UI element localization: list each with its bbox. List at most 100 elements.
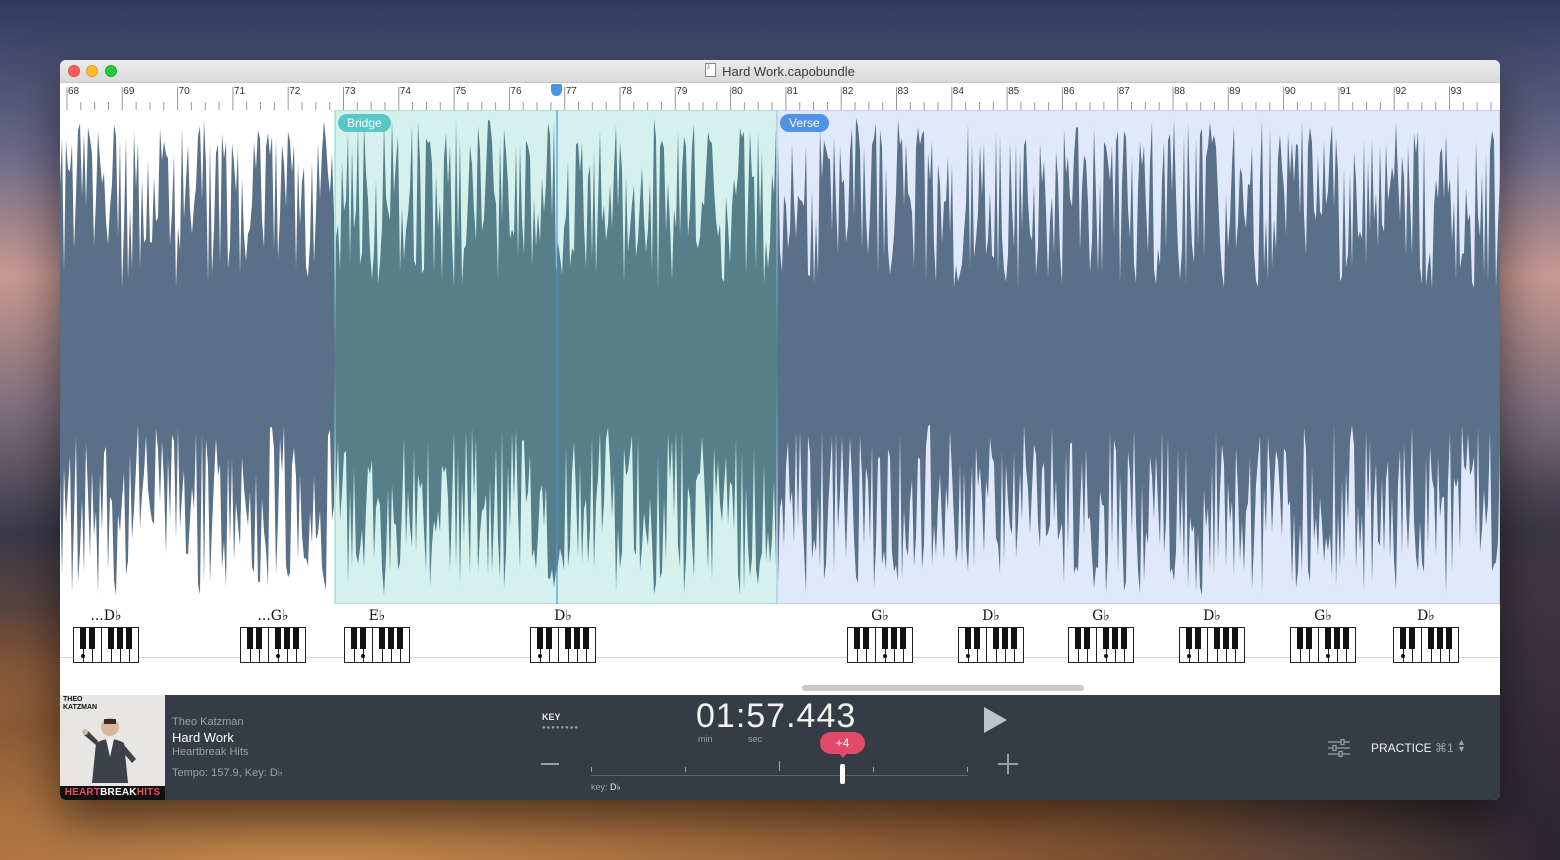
window-title: Hard Work.capobundle (722, 64, 855, 79)
ruler-bar-label: 87 (1119, 86, 1131, 97)
ruler-bar-label: 80 (732, 86, 744, 97)
ruler-bar-label: 69 (123, 86, 135, 97)
transpose-value-bubble: +4 (820, 732, 865, 758)
transpose-down-button[interactable] (541, 763, 559, 765)
black-key (992, 628, 999, 649)
chord-block[interactable]: D♭ (527, 604, 599, 663)
chord-name: ...D♭ (90, 608, 122, 624)
black-key (396, 628, 403, 649)
black-key (1324, 628, 1331, 649)
time-min-label: min (698, 734, 713, 744)
play-button[interactable] (984, 707, 1007, 733)
ruler-bar-label: 84 (953, 86, 965, 97)
black-key (1111, 628, 1118, 649)
mode-label: PRACTICE (1371, 741, 1432, 755)
ruler-bar-label: 75 (455, 86, 467, 97)
waveform-center-band (777, 353, 1500, 367)
ruler-bar-label: 74 (400, 86, 412, 97)
black-key (351, 628, 358, 649)
section-badge-verse[interactable]: Verse (780, 114, 829, 132)
black-key (1427, 628, 1434, 649)
transpose-up-button[interactable] (998, 754, 1018, 774)
waveform-view[interactable] (60, 110, 1500, 604)
ruler-bar-label: 72 (289, 86, 301, 97)
chord-block[interactable]: D♭ (955, 604, 1027, 663)
chord-block[interactable]: G♭ (1287, 604, 1359, 663)
updown-arrows-icon[interactable]: ▲ ▼ (1457, 738, 1466, 754)
chord-root-marker (1325, 654, 1330, 658)
black-key (573, 628, 580, 649)
playhead-handle[interactable] (551, 84, 562, 96)
ruler-bar-label: 82 (842, 86, 854, 97)
white-key-divider (101, 628, 103, 663)
black-key (1342, 628, 1349, 649)
transpose-tick (685, 767, 686, 772)
white-key-divider (1207, 628, 1209, 663)
black-key (89, 628, 96, 649)
chord-keyboard-diagram (958, 627, 1024, 663)
chord-keyboard-diagram (240, 627, 306, 663)
transport-bar: THEO KATZMAN HEARTBREAKHITS Theo Katzman… (60, 695, 1500, 800)
ruler-bar-label: 91 (1340, 86, 1352, 97)
black-key (1102, 628, 1109, 649)
transpose-tick (779, 761, 780, 771)
document-icon (705, 61, 717, 77)
chord-root-marker (1187, 654, 1192, 658)
black-key (1231, 628, 1238, 649)
ruler-ticks: 68 69 70 71 72 73 74 75 76 77 78 79 80 81 82 83 84 85 86 87… (66, 86, 1492, 110)
transpose-tick (967, 767, 968, 772)
album-art-title-hits: HITS (136, 787, 161, 798)
chord-block[interactable]: D♭ (1390, 604, 1462, 663)
chord-block[interactable]: G♭ (1065, 604, 1137, 663)
white-key-divider (558, 628, 560, 663)
transpose-slider-thumb[interactable] (840, 764, 845, 784)
horizontal-scrollbar[interactable] (802, 685, 1084, 691)
black-key (387, 628, 394, 649)
album-art-artist: THEO KATZMAN (63, 696, 98, 711)
white-key-divider (1096, 628, 1098, 663)
chord-keyboard-diagram (1393, 627, 1459, 663)
album-art-figure (82, 718, 136, 783)
chord-block[interactable]: D♭ (1176, 604, 1248, 663)
ruler-bar-label: 73 (345, 86, 357, 97)
black-key (1195, 628, 1202, 649)
waveform-graphic (60, 110, 1500, 604)
waveform-upper-channel (60, 118, 335, 355)
chord-keyboard-diagram (1179, 627, 1245, 663)
black-key (546, 628, 553, 649)
black-key (80, 628, 87, 649)
chord-block[interactable]: ...D♭ (70, 604, 142, 663)
transpose-tick (591, 767, 592, 772)
chord-root-marker (81, 654, 86, 658)
black-key (1186, 628, 1193, 649)
waveform-lower-channel (60, 365, 335, 596)
key-dots-indicator: ●●●●●●●● (542, 725, 579, 731)
black-key (1445, 628, 1452, 649)
chord-block[interactable]: ...G♭ (237, 604, 309, 663)
timeline-ruler[interactable]: 68 69 70 71 72 73 74 75 76 77 78 79 80 81 82 83 84 85 86 87… (60, 83, 1500, 111)
black-key (881, 628, 888, 649)
black-key (899, 628, 906, 649)
black-key (1010, 628, 1017, 649)
ruler-bar-label: 78 (621, 86, 633, 97)
transpose-slider-track[interactable] (591, 775, 968, 776)
mixer-icon[interactable] (1328, 739, 1350, 757)
ruler-bar-label: 93 (1451, 86, 1463, 97)
mode-shortcut: ⌘1 (1435, 741, 1454, 755)
chord-name: G♭ (1092, 608, 1110, 624)
mode-selector[interactable]: PRACTICE ⌘1 (1371, 741, 1454, 755)
ruler-bar-label: 83 (898, 86, 910, 97)
waveform-center-band (60, 353, 335, 367)
section-badge-bridge[interactable]: Bridge (338, 114, 391, 132)
chord-name: G♭ (1314, 608, 1332, 624)
ruler-bar-label: 79 (676, 86, 688, 97)
chord-block[interactable]: E♭ (341, 604, 413, 663)
chord-keyboard-diagram (1068, 627, 1134, 663)
chord-keyboard-diagram (344, 627, 410, 663)
black-key (1084, 628, 1091, 649)
black-key (537, 628, 544, 649)
chord-name: D♭ (554, 608, 572, 624)
black-key (965, 628, 972, 649)
chord-block[interactable]: G♭ (844, 604, 916, 663)
key-label[interactable]: KEY (542, 712, 561, 722)
